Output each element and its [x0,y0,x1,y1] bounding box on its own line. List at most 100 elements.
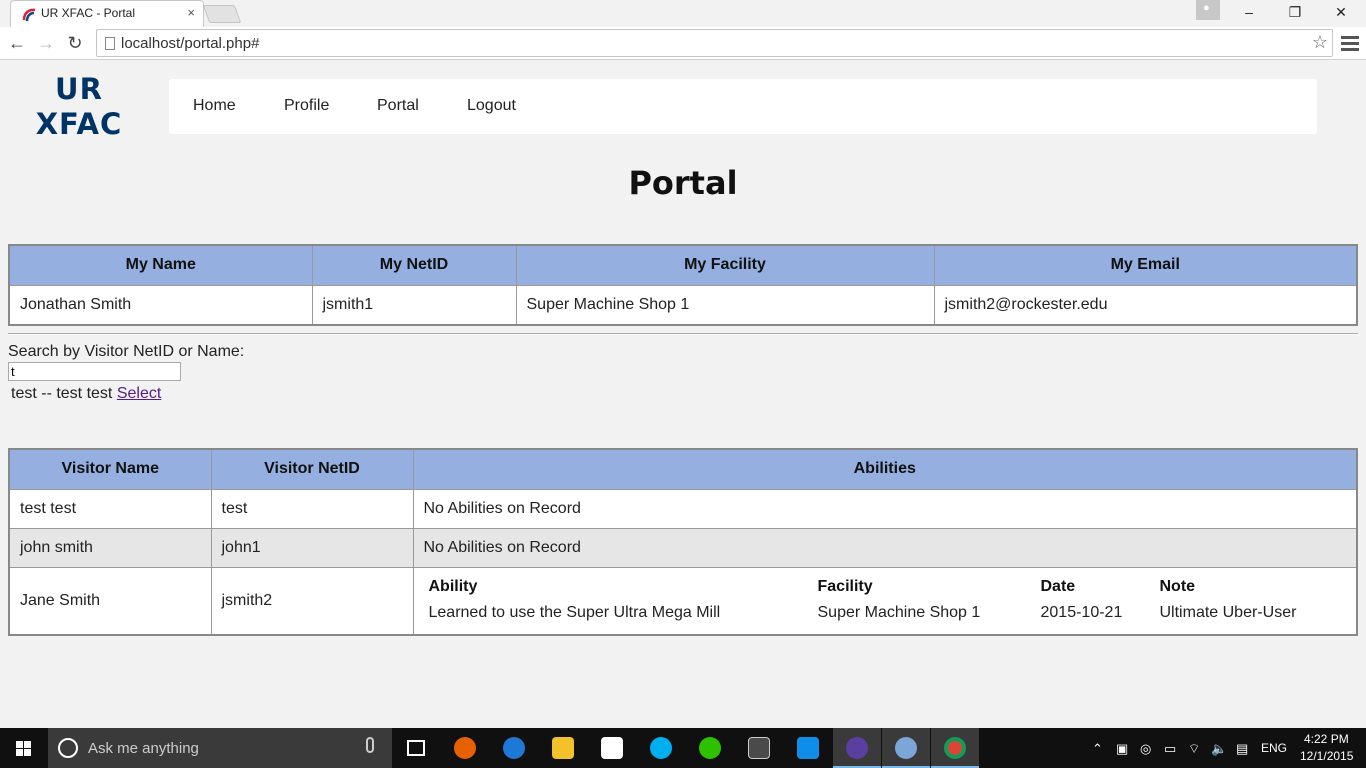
horizontal-divider [8,333,1358,335]
ability-date-cell: 2015-10-21 [1040,603,1123,621]
my-info-table: My Name My NetID My Facility My Email Jo… [8,244,1358,326]
page-content: UR XFAC Home Profile Portal Logout Porta… [0,60,1366,728]
header-note: Note [1159,577,1196,595]
table-header-row: Visitor Name Visitor NetID Abilities [8,448,1358,490]
nav-portal-link[interactable]: Portal [377,97,419,115]
my-netid-cell: jsmith1 [311,284,517,326]
nav-profile-link[interactable]: Profile [284,97,329,115]
abilities-table: Ability Facility Date Note Learned to us… [429,578,1342,622]
table-row: Jane Smith jsmith2 Ability Facility Date… [8,566,1358,635]
start-windows-icon[interactable] [0,728,48,768]
abilities-cell: No Abilities on Record [412,527,1358,568]
visitors-table: Visitor Name Visitor NetID Abilities tes… [8,448,1358,636]
new-tab-button[interactable] [202,5,242,23]
abilities-row: Learned to use the Super Ultra Mega Mill… [429,604,1342,622]
user-profile-icon[interactable]: ● [1196,0,1220,20]
header-ability: Ability [428,577,478,595]
header-facility: Facility [817,577,873,595]
header-my-email: My Email [933,244,1358,286]
reload-icon[interactable]: ↻ [62,31,88,55]
cortana-icon [58,738,78,758]
abilities-cell: No Abilities on Record [412,488,1358,529]
ability-note-cell: Ultimate Uber-User [1159,603,1297,621]
logo-line-1: UR [55,72,103,106]
purple-app-icon[interactable] [833,728,881,768]
top-navigation: Home Profile Portal Logout [169,79,1317,134]
nav-home-link[interactable]: Home [193,97,236,115]
tray-sync-icon[interactable]: ◎ [1140,741,1151,757]
visitor-name-cell: Jane Smith [8,566,212,635]
table-row: john smith john1 No Abilities on Record [8,527,1358,568]
visitor-netid-cell: test [210,488,414,529]
cortana-placeholder: Ask me anything [88,740,199,757]
action-center-icon[interactable]: ▤ [1236,741,1248,757]
nav-logout-link[interactable]: Logout [467,97,516,115]
edge-icon[interactable] [490,728,538,768]
visitor-netid-cell: jsmith2 [210,566,414,635]
address-bar[interactable]: localhost/portal.php# ☆ [96,29,1333,57]
windows-taskbar: Ask me anything ⌃ ▣ ◎ ▭ ⌔ 🔈 ▤ ENG 4:22 P… [0,728,1366,768]
ability-cell: Learned to use the Super Ultra Mega Mill [428,603,721,621]
wechat-icon[interactable] [686,728,734,768]
tab-close-icon[interactable]: × [187,5,195,20]
minimize-button[interactable]: – [1226,0,1272,27]
my-email-cell: jsmith2@rockester.edu [933,284,1358,326]
browser-toolbar: ← → ↻ localhost/portal.php# ☆ [0,27,1366,60]
paint-icon[interactable] [882,728,930,768]
header-my-name: My Name [8,244,313,286]
microphone-icon[interactable] [366,737,374,753]
bookmark-star-icon[interactable]: ☆ [1312,32,1328,53]
browser-tab[interactable]: UR XFAC - Portal × [10,0,204,27]
cortana-search-box[interactable]: Ask me anything [48,728,392,768]
clock-date[interactable]: 12/1/2015 [1300,749,1353,763]
page-title: Portal [628,164,738,202]
url-text[interactable]: localhost/portal.php# [121,35,259,52]
header-my-facility: My Facility [515,244,935,286]
terminal-icon[interactable] [735,728,783,768]
visitor-search-input[interactable] [8,362,181,381]
language-indicator[interactable]: ENG [1261,741,1287,755]
header-my-netid: My NetID [311,244,517,286]
wifi-icon[interactable]: ⌔ [1188,741,1200,757]
search-label: Search by Visitor NetID or Name: [8,343,245,360]
file-explorer-icon[interactable] [539,728,587,768]
skype-icon[interactable] [637,728,685,768]
visitor-name-cell: test test [8,488,212,529]
restore-button[interactable]: ❐ [1272,0,1318,27]
browser-menu-icon[interactable] [1341,33,1359,53]
header-date: Date [1040,577,1076,595]
search-result: test -- test test Select [11,385,161,403]
tab-title: UR XFAC - Portal [41,6,136,20]
task-view-icon[interactable] [392,728,440,768]
battery-icon[interactable]: ▭ [1164,741,1176,757]
visitor-name-cell: john smith [8,527,212,568]
table-row: test test test No Abilities on Record [8,488,1358,529]
select-visitor-link[interactable]: Select [117,385,161,402]
tray-network-app-icon[interactable]: ▣ [1116,741,1128,757]
visitor-netid-cell: john1 [210,527,414,568]
logo-line-2: XFAC [35,107,123,141]
chrome-icon[interactable] [931,728,979,768]
abilities-header-row: Ability Facility Date Note [429,578,1342,604]
my-facility-cell: Super Machine Shop 1 [515,284,935,326]
header-visitor-netid: Visitor NetID [210,448,414,490]
tray-chevron-up-icon[interactable]: ⌃ [1092,741,1103,757]
site-favicon-icon [22,8,36,22]
close-window-button[interactable]: ✕ [1318,0,1364,27]
abilities-cell: Ability Facility Date Note Learned to us… [412,566,1358,635]
site-logo[interactable]: UR XFAC [24,72,134,142]
browser-titlebar: UR XFAC - Portal × ● – ❐ ✕ [0,0,1366,27]
teamviewer-icon[interactable] [784,728,832,768]
firefox-icon[interactable] [441,728,489,768]
forward-arrow-icon[interactable]: → [33,31,59,55]
page-icon [105,37,115,50]
table-row: Jonathan Smith jsmith1 Super Machine Sho… [8,284,1358,326]
clock-time[interactable]: 4:22 PM [1304,732,1349,746]
header-abilities: Abilities [412,448,1358,490]
volume-icon[interactable]: 🔈 [1211,741,1227,757]
my-name-cell: Jonathan Smith [8,284,313,326]
back-arrow-icon[interactable]: ← [4,31,30,55]
store-icon[interactable] [588,728,636,768]
ability-facility-cell: Super Machine Shop 1 [817,603,981,621]
header-visitor-name: Visitor Name [8,448,212,490]
